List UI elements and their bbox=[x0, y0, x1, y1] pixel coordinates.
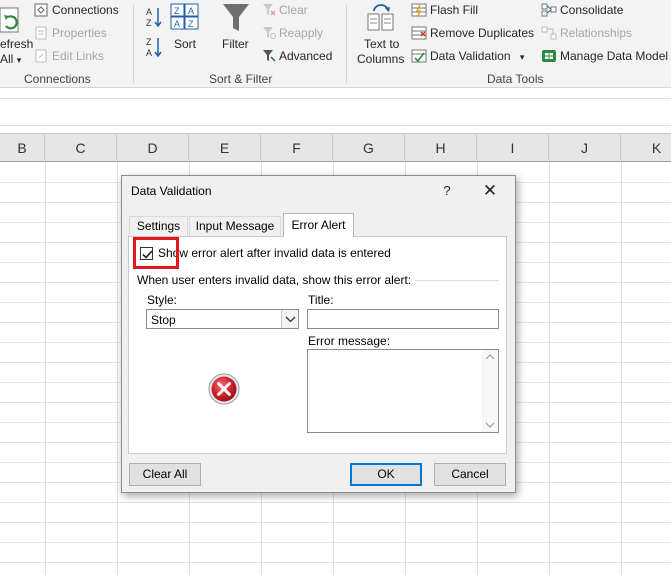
relationships-button[interactable]: Relationships bbox=[560, 26, 632, 40]
data-validation-icon[interactable] bbox=[411, 49, 427, 66]
flash-fill-icon[interactable] bbox=[411, 3, 427, 20]
svg-text:Z: Z bbox=[146, 18, 152, 28]
cancel-button[interactable]: Cancel bbox=[434, 463, 506, 486]
error-alert-panel: Show error alert after invalid data is e… bbox=[128, 236, 507, 454]
column-header-c[interactable]: C bbox=[45, 134, 117, 162]
sort-icon[interactable]: Z A A Z bbox=[170, 3, 200, 34]
data-tools-group-label: Data Tools bbox=[487, 72, 544, 86]
formula-bar[interactable] bbox=[0, 98, 671, 126]
clear-all-button[interactable]: Clear All bbox=[129, 463, 201, 486]
chevron-down-icon[interactable] bbox=[281, 310, 298, 328]
advanced-button[interactable]: Advanced bbox=[279, 49, 332, 63]
consolidate-button[interactable]: Consolidate bbox=[560, 3, 623, 17]
refresh-all-label-2[interactable]: All ▾ bbox=[0, 52, 21, 66]
remove-duplicates-icon[interactable] bbox=[411, 26, 427, 43]
remove-duplicates-button[interactable]: Remove Duplicates bbox=[430, 26, 534, 40]
style-value: Stop bbox=[151, 313, 176, 327]
error-message-textarea[interactable] bbox=[307, 349, 499, 433]
style-select[interactable]: Stop bbox=[146, 309, 299, 329]
column-header-d[interactable]: D bbox=[117, 134, 189, 162]
error-message-label: Error message: bbox=[308, 334, 391, 348]
title-label: Title: bbox=[308, 293, 334, 307]
text-to-columns-label-2[interactable]: Columns bbox=[357, 52, 404, 66]
data-validation-dialog: Data Validation ? ✕ Settings Input Messa… bbox=[121, 175, 516, 493]
relationships-icon bbox=[541, 26, 557, 43]
section-label: When user enters invalid data, show this… bbox=[137, 273, 416, 287]
svg-text:A: A bbox=[146, 48, 152, 58]
manage-data-model-icon[interactable] bbox=[541, 49, 557, 66]
refresh-all-icon[interactable] bbox=[0, 6, 26, 41]
show-error-alert-label[interactable]: Show error alert after invalid data is e… bbox=[158, 246, 391, 260]
ribbon: efresh All ▾ Connections Properties Edit… bbox=[0, 0, 671, 88]
reapply-button[interactable]: Reapply bbox=[279, 26, 323, 40]
style-label: Style: bbox=[147, 293, 178, 307]
clear-button[interactable]: Clear bbox=[279, 3, 308, 17]
svg-text:Z: Z bbox=[174, 6, 180, 16]
edit-links-icon bbox=[34, 49, 48, 66]
column-header-b[interactable]: B bbox=[0, 134, 45, 162]
column-header-j[interactable]: J bbox=[549, 134, 621, 162]
flash-fill-button[interactable]: Flash Fill bbox=[430, 3, 478, 17]
text-to-columns-label[interactable]: Text to bbox=[364, 37, 399, 51]
properties-icon bbox=[34, 26, 48, 43]
ok-button[interactable]: OK bbox=[350, 463, 422, 486]
text-to-columns-icon[interactable] bbox=[366, 2, 396, 37]
properties-button[interactable]: Properties bbox=[52, 26, 107, 40]
svg-text:A: A bbox=[174, 19, 180, 29]
column-header-e[interactable]: E bbox=[189, 134, 261, 162]
manage-data-model-button[interactable]: Manage Data Model bbox=[560, 49, 668, 63]
stop-error-icon bbox=[207, 372, 241, 409]
tab-input-message[interactable]: Input Message bbox=[189, 216, 281, 236]
edit-links-button[interactable]: Edit Links bbox=[52, 49, 104, 63]
connections-button[interactable]: Connections bbox=[52, 3, 119, 17]
close-button[interactable]: ✕ bbox=[477, 179, 503, 203]
connections-icon[interactable] bbox=[34, 3, 48, 20]
reapply-icon bbox=[262, 26, 276, 43]
svg-text:Z: Z bbox=[146, 37, 152, 47]
sort-z-to-a-icon[interactable]: Z A bbox=[145, 36, 163, 61]
title-input[interactable] bbox=[307, 309, 499, 329]
svg-text:A: A bbox=[188, 6, 194, 16]
clear-filter-icon bbox=[262, 3, 276, 20]
column-header-f[interactable]: F bbox=[261, 134, 333, 162]
dialog-title: Data Validation bbox=[131, 184, 212, 198]
sort-filter-group-label: Sort & Filter bbox=[209, 72, 273, 86]
column-header-k[interactable]: K bbox=[621, 134, 671, 162]
filter-icon[interactable] bbox=[222, 2, 250, 37]
sort-a-to-z-icon[interactable]: A Z bbox=[145, 6, 163, 31]
column-header-g[interactable]: G bbox=[333, 134, 405, 162]
message-scrollbar[interactable] bbox=[482, 350, 498, 432]
column-header-row: B C D E F G H I J K bbox=[0, 133, 671, 162]
help-button[interactable]: ? bbox=[436, 181, 458, 201]
refresh-all-label[interactable]: efresh bbox=[0, 37, 33, 51]
tab-error-alert[interactable]: Error Alert bbox=[283, 213, 354, 237]
column-header-h[interactable]: H bbox=[405, 134, 477, 162]
svg-text:Z: Z bbox=[188, 19, 194, 29]
ribbon-separator bbox=[346, 4, 347, 84]
filter-button[interactable]: Filter bbox=[222, 37, 249, 51]
ribbon-gap bbox=[0, 88, 671, 98]
consolidate-icon[interactable] bbox=[541, 3, 557, 20]
sort-button[interactable]: Sort bbox=[174, 37, 196, 51]
highlight-box bbox=[133, 237, 179, 269]
column-header-i[interactable]: I bbox=[477, 134, 549, 162]
ribbon-separator bbox=[133, 4, 134, 84]
data-validation-button[interactable]: Data Validation ▾ bbox=[430, 49, 524, 63]
advanced-filter-icon[interactable] bbox=[262, 49, 276, 66]
tab-settings[interactable]: Settings bbox=[129, 216, 188, 236]
connections-group-label: Connections bbox=[24, 72, 91, 86]
svg-text:A: A bbox=[146, 7, 152, 17]
